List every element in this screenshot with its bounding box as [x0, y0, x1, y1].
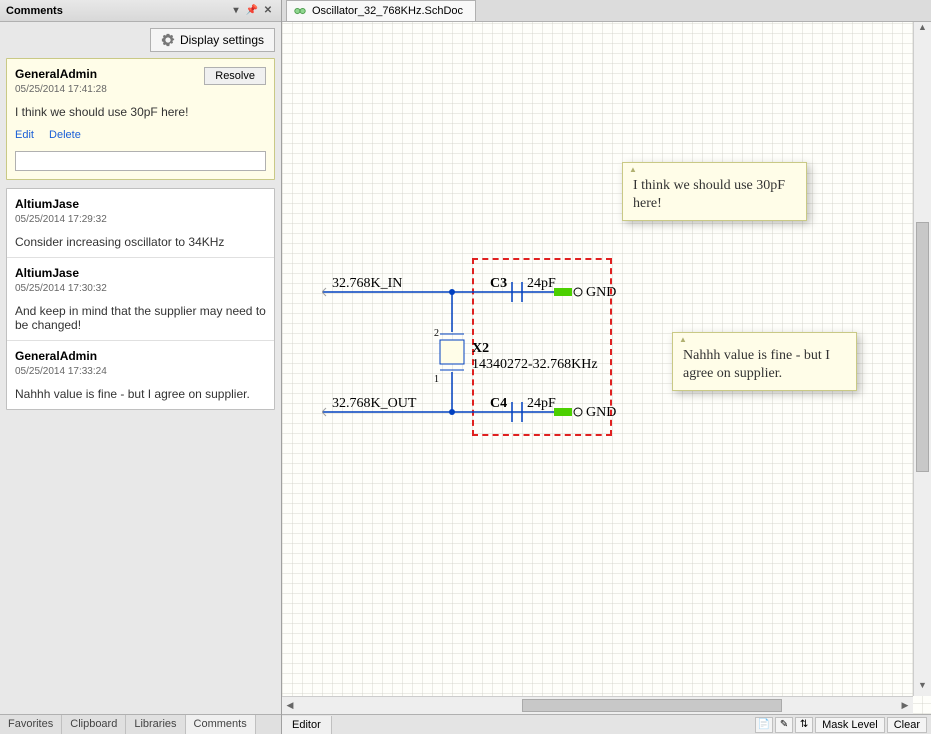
tab-clipboard[interactable]: Clipboard [62, 715, 126, 734]
mask-level-button[interactable]: Mask Level [815, 717, 885, 733]
svg-text:GND: GND [586, 285, 616, 300]
horizontal-scrollbar[interactable]: ◀ ▶ [282, 696, 913, 714]
pin-icon[interactable]: 📌 [245, 4, 259, 18]
list-item: GeneralAdmin 05/25/2014 17:33:24 Nahhh v… [7, 341, 274, 409]
list-item: AltiumJase 05/25/2014 17:29:32 Consider … [7, 189, 274, 258]
svg-text:24pF: 24pF [527, 276, 556, 291]
vertical-scrollbar[interactable]: ▲ ▼ [913, 22, 931, 696]
dropdown-icon[interactable]: ▾ [229, 4, 243, 18]
list-item: AltiumJase 05/25/2014 17:30:32 And keep … [7, 258, 274, 341]
comment-text: I think we should use 30pF here! [15, 105, 266, 119]
active-comment[interactable]: GeneralAdmin 05/25/2014 17:41:28 Resolve… [6, 58, 275, 180]
panel-header: Comments ▾ 📌 ✕ [0, 0, 281, 22]
status-icon-1[interactable]: 📄 [755, 717, 773, 733]
clear-button[interactable]: Clear [887, 717, 927, 733]
scroll-down-icon[interactable]: ▼ [914, 680, 931, 696]
comments-list: GeneralAdmin 05/25/2014 17:41:28 Resolve… [0, 58, 281, 714]
document-tab[interactable]: Oscillator_32_768KHz.SchDoc [286, 0, 476, 21]
svg-text:14340272-32.768KHz: 14340272-32.768KHz [472, 357, 598, 372]
panel-title: Comments [6, 5, 63, 17]
scroll-up-icon[interactable]: ▲ [914, 22, 931, 38]
svg-text:C3: C3 [490, 276, 507, 291]
svg-text:32.768K_IN: 32.768K_IN [332, 276, 402, 291]
svg-text:X2: X2 [472, 341, 489, 356]
svg-text:24pF: 24pF [527, 396, 556, 411]
status-icon-3[interactable]: ⇅ [795, 717, 813, 733]
edit-link[interactable]: Edit [15, 129, 34, 141]
reply-input[interactable] [15, 151, 266, 171]
main-area: Oscillator_32_768KHz.SchDoc 32.768K_IN 3… [282, 0, 931, 734]
schematic-icon [293, 4, 307, 18]
display-settings-button[interactable]: Display settings [150, 28, 275, 52]
resolve-button[interactable]: Resolve [204, 67, 266, 85]
comment-author: GeneralAdmin [15, 67, 107, 81]
comment-timestamp: 05/25/2014 17:41:28 [15, 84, 107, 95]
delete-link[interactable]: Delete [49, 129, 81, 141]
status-icon-2[interactable]: ✎ [775, 717, 793, 733]
svg-text:1: 1 [434, 374, 439, 385]
close-icon[interactable]: ✕ [261, 4, 275, 18]
svg-text:2: 2 [434, 328, 439, 339]
panel-bottom-tabs: Favorites Clipboard Libraries Comments [0, 714, 281, 734]
canvas-note-2[interactable]: Nahhh value is fine - but I agree on sup… [672, 332, 857, 391]
svg-text:GND: GND [586, 405, 616, 420]
scroll-thumb[interactable] [522, 699, 782, 712]
tab-libraries[interactable]: Libraries [126, 715, 185, 734]
canvas-note-1[interactable]: I think we should use 30pF here! [622, 162, 807, 221]
schematic-canvas[interactable]: 32.768K_IN 32.768K_OUT 2 1 X2 14340272-3… [282, 22, 931, 714]
editor-tab[interactable]: Editor [282, 716, 332, 734]
scroll-thumb[interactable] [916, 222, 929, 472]
gear-icon [161, 33, 175, 47]
tab-comments[interactable]: Comments [186, 715, 256, 734]
tab-favorites[interactable]: Favorites [0, 715, 62, 734]
comments-panel: Comments ▾ 📌 ✕ Display settings GeneralA… [0, 0, 282, 734]
scroll-left-icon[interactable]: ◀ [282, 697, 298, 714]
status-bar: Editor 📄 ✎ ⇅ Mask Level Clear [282, 714, 931, 734]
scroll-right-icon[interactable]: ▶ [897, 697, 913, 714]
comment-thread[interactable]: AltiumJase 05/25/2014 17:29:32 Consider … [6, 188, 275, 410]
document-tab-bar: Oscillator_32_768KHz.SchDoc [282, 0, 931, 22]
svg-text:C4: C4 [490, 396, 507, 411]
svg-text:32.768K_OUT: 32.768K_OUT [332, 396, 417, 411]
